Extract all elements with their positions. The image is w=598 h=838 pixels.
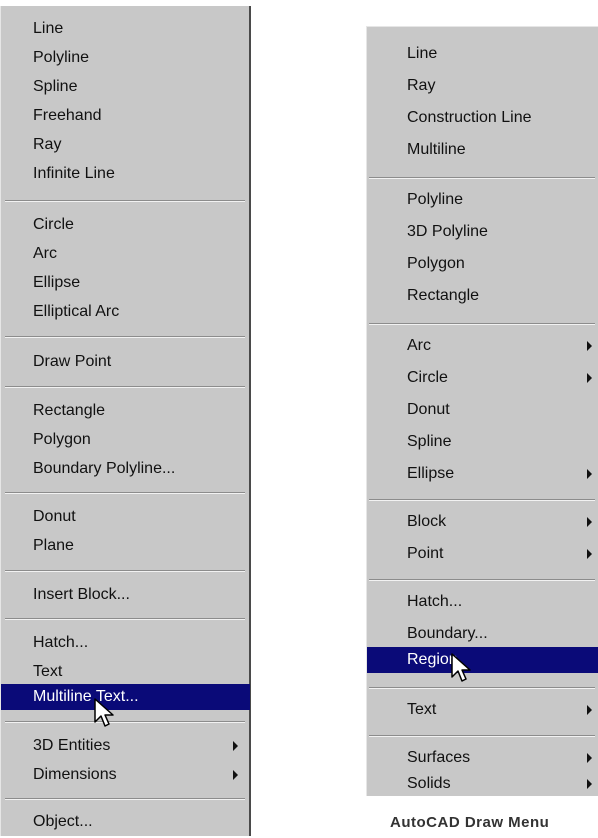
menu-item-block[interactable]: Block	[367, 509, 598, 535]
menu-item-region[interactable]: Region	[367, 647, 598, 673]
right-draw-menu: Line Ray Construction Line Multiline Pol…	[366, 26, 598, 796]
menu-separator	[5, 798, 245, 800]
menu-item-freehand[interactable]: Freehand	[1, 103, 250, 129]
mouse-pointer-icon	[451, 653, 471, 682]
submenu-arrow-icon	[233, 741, 238, 751]
menu-item-text[interactable]: Text	[1, 659, 250, 685]
menu-separator	[5, 386, 245, 388]
submenu-arrow-icon	[587, 705, 592, 715]
submenu-arrow-icon	[587, 549, 592, 559]
menu-item-boundary[interactable]: Boundary...	[367, 621, 598, 647]
submenu-arrow-icon	[587, 779, 592, 789]
menu-item-multiline-text[interactable]: Multiline Text...	[1, 684, 250, 710]
menu-item-ellipse[interactable]: Ellipse	[367, 461, 598, 487]
menu-item-text[interactable]: Text	[367, 697, 598, 723]
menu-item-rectangle[interactable]: Rectangle	[1, 398, 250, 424]
menu-separator	[5, 618, 245, 620]
menu-item-object[interactable]: Object...	[1, 809, 250, 835]
menu-separator	[5, 570, 245, 572]
submenu-arrow-icon	[587, 341, 592, 351]
menu-separator	[369, 499, 595, 501]
menu-separator	[5, 721, 245, 723]
submenu-arrow-icon	[233, 770, 238, 780]
menu-item-ellipse[interactable]: Ellipse	[1, 270, 250, 296]
menu-item-circle[interactable]: Circle	[1, 212, 250, 238]
menu-item-boundary-polyline[interactable]: Boundary Polyline...	[1, 456, 250, 482]
mouse-pointer-icon	[94, 698, 114, 727]
menu-item-ray[interactable]: Ray	[367, 73, 598, 99]
menu-item-arc[interactable]: Arc	[1, 241, 250, 267]
menu-item-spline[interactable]: Spline	[1, 74, 250, 100]
menu-item-dimensions[interactable]: Dimensions	[1, 762, 250, 788]
menu-item-polygon[interactable]: Polygon	[1, 427, 250, 453]
menu-separator	[369, 177, 595, 179]
menu-separator	[369, 323, 595, 325]
submenu-arrow-icon	[587, 517, 592, 527]
submenu-arrow-icon	[587, 753, 592, 763]
menu-item-spline[interactable]: Spline	[367, 429, 598, 455]
menu-item-polyline[interactable]: Polyline	[1, 45, 250, 71]
menu-item-ray[interactable]: Ray	[1, 132, 250, 158]
menu-item-draw-point[interactable]: Draw Point	[1, 349, 250, 375]
menu-separator	[369, 579, 595, 581]
menu-separator	[369, 687, 595, 689]
menu-item-rectangle[interactable]: Rectangle	[367, 283, 598, 309]
menu-item-3d-polyline[interactable]: 3D Polyline	[367, 219, 598, 245]
menu-item-hatch[interactable]: Hatch...	[1, 630, 250, 656]
menu-item-donut[interactable]: Donut	[367, 397, 598, 423]
menu-item-multiline[interactable]: Multiline	[367, 137, 598, 163]
menu-item-polygon[interactable]: Polygon	[367, 251, 598, 277]
figure-caption: AutoCAD Draw Menu	[390, 814, 550, 831]
menu-item-construction-line[interactable]: Construction Line	[367, 105, 598, 131]
menu-item-line[interactable]: Line	[1, 16, 250, 42]
submenu-arrow-icon	[587, 373, 592, 383]
menu-item-circle[interactable]: Circle	[367, 365, 598, 391]
menu-item-3d-entities[interactable]: 3D Entities	[1, 733, 250, 759]
menu-item-surfaces[interactable]: Surfaces	[367, 745, 598, 771]
menu-separator	[5, 200, 245, 202]
menu-item-insert-block[interactable]: Insert Block...	[1, 582, 250, 608]
menu-separator	[5, 336, 245, 338]
menu-item-arc[interactable]: Arc	[367, 333, 598, 359]
submenu-arrow-icon	[587, 469, 592, 479]
menu-item-point[interactable]: Point	[367, 541, 598, 567]
menu-item-donut[interactable]: Donut	[1, 504, 250, 530]
menu-item-plane[interactable]: Plane	[1, 533, 250, 559]
menu-item-infinite-line[interactable]: Infinite Line	[1, 161, 250, 187]
menu-item-hatch[interactable]: Hatch...	[367, 589, 598, 615]
menu-item-line[interactable]: Line	[367, 41, 598, 67]
menu-item-elliptical-arc[interactable]: Elliptical Arc	[1, 299, 250, 325]
menu-item-solids[interactable]: Solids	[367, 771, 598, 797]
menu-separator	[5, 492, 245, 494]
menu-item-polyline[interactable]: Polyline	[367, 187, 598, 213]
menu-separator	[369, 735, 595, 737]
left-draw-menu: Line Polyline Spline Freehand Ray Infini…	[0, 6, 251, 836]
